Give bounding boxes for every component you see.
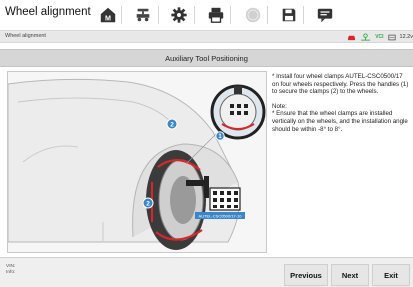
vehicle-badge-icon (245, 7, 261, 23)
svg-text:M: M (105, 13, 111, 22)
exit-button[interactable]: Exit (372, 264, 410, 286)
illustration-graphic: AUTEL-CSC0500/17-10 1 2 2 (8, 72, 266, 252)
vw-button[interactable] (240, 2, 266, 28)
info-label: Info: (6, 270, 16, 275)
network-icon (361, 33, 371, 41)
callout-2-top: 2 (170, 121, 174, 128)
chat-icon (317, 8, 333, 23)
app-title: Wheel alignment (5, 6, 91, 18)
breadcrumb: Wheel alignment (5, 33, 46, 39)
car-status-icon (348, 35, 356, 40)
vehicle-button[interactable] (130, 2, 156, 28)
top-toolbar: Wheel alignment M (0, 0, 413, 30)
save-icon (282, 8, 296, 22)
print-button[interactable] (203, 2, 229, 28)
vin-info: VIN: Info: (6, 264, 15, 276)
main-content: AUTEL-CSC0500/17-10 1 2 2 * Install four… (0, 67, 413, 257)
battery-icon (387, 34, 396, 40)
settings-button[interactable] (166, 2, 192, 28)
bottom-bar: VIN: Info: Previous Next Exit (0, 257, 413, 287)
instructions-panel: * Install four wheel clamps AUTEL-CSC050… (272, 73, 410, 140)
status-bar: Wheel alignment VCI 12.2v (0, 30, 413, 43)
note-body: * Ensure that the wheel clamps are insta… (272, 110, 408, 133)
printer-icon (208, 7, 224, 23)
status-icons: VCI 12.2v (347, 32, 413, 42)
home-icon: M (100, 7, 116, 22)
message-button[interactable] (312, 2, 338, 28)
previous-button[interactable]: Previous (284, 264, 328, 286)
callout-2-bottom: 2 (146, 200, 150, 207)
section-title: Auxiliary Tool Positioning (0, 49, 413, 67)
instruction-step: * Install four wheel clamps AUTEL-CSC050… (272, 73, 409, 96)
home-button[interactable]: M (95, 2, 121, 28)
vci-label: VCI (375, 34, 384, 40)
wheel-clamp-illustration: AUTEL-CSC0500/17-10 1 2 2 (7, 71, 267, 253)
battery-voltage: 12.2v (399, 34, 413, 40)
note-title: Note: (272, 102, 287, 110)
gear-icon (171, 7, 187, 23)
car-icon (136, 8, 150, 22)
save-button[interactable] (276, 2, 302, 28)
next-button[interactable]: Next (331, 264, 369, 286)
target-label: AUTEL-CSC0500/17-10 (199, 214, 243, 219)
